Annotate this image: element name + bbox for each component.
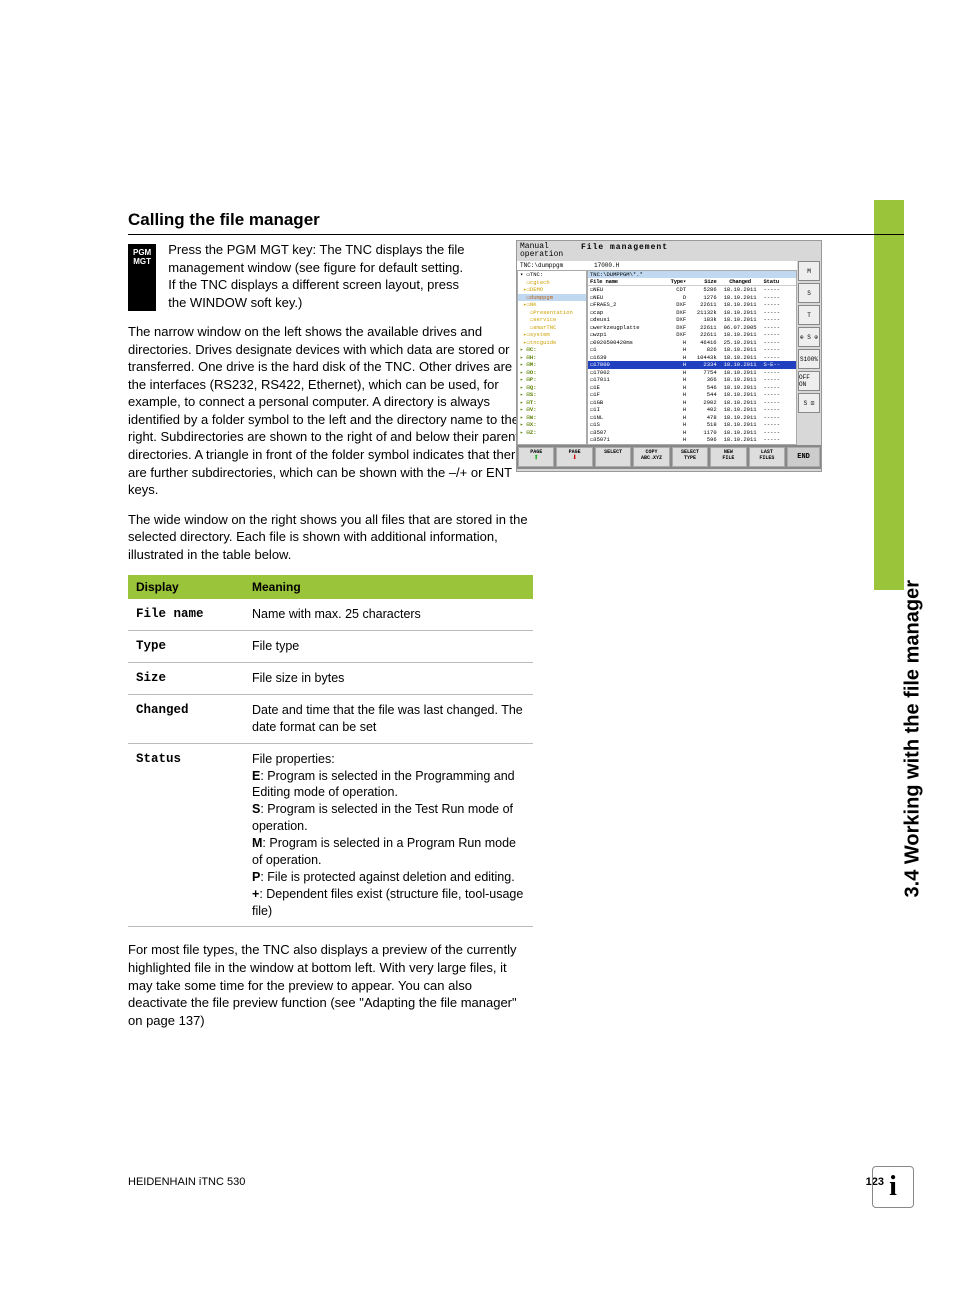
scr-file-list[interactable]: TNC:\DUMPPGM\*.* File name Type▾ Size Ch… [587, 270, 797, 445]
table-row: SizeFile size in bytes [128, 663, 533, 695]
scr-path-left: TNC:\dumppgm [517, 261, 591, 270]
tree-item[interactable]: ▭cgtech [518, 279, 586, 287]
page-content: Calling the file manager PGM MGT Press t… [0, 0, 954, 1081]
tree-item[interactable]: ▸ ⊟S: [518, 391, 586, 399]
file-row[interactable]: ▭1NLH47818.10.2011----- [588, 414, 796, 422]
scr-softkey-row: PAGE⬆ PAGE⬇ SELECT COPY ABC→XYZ SELECT T… [517, 445, 821, 469]
tree-item[interactable]: ▸▭NK [518, 301, 586, 309]
softkey-new-file[interactable]: NEW FILE [710, 447, 746, 467]
tree-item[interactable]: ▸ ⊟Z: [518, 429, 586, 437]
scr-titlebar: Manual operation File management [517, 241, 821, 261]
softkey-page-up[interactable]: PAGE⬆ [518, 447, 554, 467]
file-row[interactable]: ▭1FH54418.10.2011----- [588, 391, 796, 399]
file-row[interactable]: ▭17011H36618.10.2011----- [588, 376, 796, 384]
tree-item[interactable]: ▸ ⊟P: [518, 376, 586, 384]
file-row[interactable]: ▭0020500420msH4641625.10.2011----- [588, 339, 796, 347]
heading-calling-file-manager: Calling the file manager [128, 210, 904, 235]
tree-item[interactable]: ▸ ⊟V: [518, 406, 586, 414]
side-button[interactable]: T [798, 305, 820, 325]
info-icon: i [872, 1166, 914, 1208]
softkey-select[interactable]: SELECT [595, 447, 631, 467]
file-row[interactable]: ▭wzp1DXF2261118.10.2011----- [588, 331, 796, 339]
scr-status-line: 94 Objects / 44301.6KBytes / 182.4GBytes… [588, 444, 796, 446]
side-button[interactable]: OFF ON [798, 371, 820, 391]
side-button[interactable]: ⊕ S ⊕ [798, 327, 820, 347]
tree-item[interactable]: ▸▭DEMO [518, 286, 586, 294]
tree-item[interactable]: ▸▭tncguide [518, 339, 586, 347]
file-row[interactable]: ▭1EH54618.10.2011----- [588, 384, 796, 392]
softkey-select-type[interactable]: SELECT TYPE [672, 447, 708, 467]
paragraph-narrow-window: The narrow window on the left shows the … [128, 323, 533, 498]
file-row[interactable]: ▭deus1DXF183k18.10.2011----- [588, 316, 796, 324]
tree-item[interactable]: ▸▭system [518, 331, 586, 339]
file-row[interactable]: ▭NEUCDT528618.10.2011----- [588, 286, 796, 294]
file-row[interactable]: ▭1IH40218.10.2011----- [588, 406, 796, 414]
softkey-end[interactable]: END [787, 447, 820, 467]
tree-item[interactable]: ▭Presentation [518, 309, 586, 317]
table-head-display: Display [128, 575, 244, 599]
tree-item[interactable]: ▸ ⊟H: [518, 354, 586, 362]
table-cell-meaning: File properties:E: Program is selected i… [244, 743, 533, 927]
side-button[interactable]: S ⊡ [798, 393, 820, 413]
scr-directory-tree[interactable]: ▾ ▭TNC: ▭cgtech ▸▭DEMO ▭dumppgm ▸▭NK ▭Pr… [517, 270, 587, 445]
file-row[interactable]: ▭1639H10443k18.10.2011----- [588, 354, 796, 362]
table-cell-display: Type [128, 631, 244, 663]
tree-item[interactable]: ▾ ▭TNC: [518, 271, 586, 279]
table-row: TypeFile type [128, 631, 533, 663]
softkey-last-files[interactable]: LAST FILES [749, 447, 785, 467]
file-row[interactable]: ▭NEUD127618.10.2011----- [588, 294, 796, 302]
scr-path-right: 17000.H [591, 261, 821, 270]
file-row[interactable]: ▭17002H775418.10.2011----- [588, 369, 796, 377]
table-row: ChangedDate and time that the file was l… [128, 694, 533, 743]
table-cell-display: File name [128, 599, 244, 630]
file-row[interactable]: ▭1GBH290218.10.2011----- [588, 399, 796, 407]
pgm-mgt-key-badge: PGM MGT [128, 244, 156, 311]
table-cell-meaning: File type [244, 631, 533, 663]
file-row[interactable]: ▭1H82618.10.2011----- [588, 346, 796, 354]
scr-title-text: File management [578, 241, 671, 261]
file-row[interactable]: ▭FRAES_2DXF2261118.10.2011----- [588, 301, 796, 309]
table-cell-display: Status [128, 743, 244, 927]
table-cell-meaning: Date and time that the file was last cha… [244, 694, 533, 743]
file-row[interactable]: ▭17000H233418.10.2011S-E-- [588, 361, 796, 369]
softkey-copy[interactable]: COPY ABC→XYZ [633, 447, 669, 467]
tree-item[interactable]: ▭smarTNC [518, 324, 586, 332]
tree-item[interactable]: ▸ ⊟Q: [518, 384, 586, 392]
table-cell-meaning: File size in bytes [244, 663, 533, 695]
file-manager-screenshot: Manual operation File management TNC:\du… [516, 240, 822, 472]
file-row[interactable]: ▭35071H59618.10.2011----- [588, 436, 796, 444]
tree-item[interactable]: ▸ ⊟T: [518, 399, 586, 407]
tree-item[interactable]: ▭service [518, 316, 586, 324]
table-head-meaning: Meaning [244, 575, 533, 599]
paragraph-preview: For most file types, the TNC also displa… [128, 941, 533, 1029]
table-cell-display: Changed [128, 694, 244, 743]
table-row: File nameName with max. 25 characters [128, 599, 533, 630]
scr-file-columns: File name Type▾ Size Changed Statu [588, 278, 796, 286]
tree-item[interactable]: ▭dumppgm [518, 294, 586, 302]
paragraph-wide-window: The wide window on the right shows you a… [128, 511, 533, 564]
table-cell-display: Size [128, 663, 244, 695]
scr-mode: Manual operation [517, 241, 578, 261]
scr-side-buttons: MST⊕ S ⊕S100%OFF ONS ⊡ [797, 259, 821, 434]
file-row[interactable]: ▭1SH51818.10.2011----- [588, 421, 796, 429]
file-row[interactable]: ▭capDXF21132k18.10.2011----- [588, 309, 796, 317]
softkey-page-down[interactable]: PAGE⬇ [556, 447, 592, 467]
tree-item[interactable]: ▸ ⊟O: [518, 369, 586, 377]
footer-product: HEIDENHAIN iTNC 530 [128, 1176, 245, 1188]
intro-paragraph: Press the PGM MGT key: The TNC displays … [168, 241, 468, 311]
scr-tree-title: TNC:\DUMPPGM\*.* [588, 271, 796, 278]
table-row: StatusFile properties:E: Program is sele… [128, 743, 533, 927]
side-button[interactable]: S100% [798, 349, 820, 369]
tree-item[interactable]: ▸ ⊟W: [518, 414, 586, 422]
table-cell-meaning: Name with max. 25 characters [244, 599, 533, 630]
side-button[interactable]: S [798, 283, 820, 303]
page-footer: HEIDENHAIN iTNC 530 123 [128, 1176, 884, 1188]
side-button[interactable]: M [798, 261, 820, 281]
file-row[interactable]: ▭3507H117018.10.2011----- [588, 429, 796, 437]
tree-item[interactable]: ▸ ⊟M: [518, 361, 586, 369]
tree-item[interactable]: ▸ ⊟X: [518, 421, 586, 429]
display-meaning-table: Display Meaning File nameName with max. … [128, 575, 533, 927]
file-row[interactable]: ▭werkzeugplatteDXF2261106.07.2005----- [588, 324, 796, 332]
tree-item[interactable]: ▸ ⊟C: [518, 346, 586, 354]
